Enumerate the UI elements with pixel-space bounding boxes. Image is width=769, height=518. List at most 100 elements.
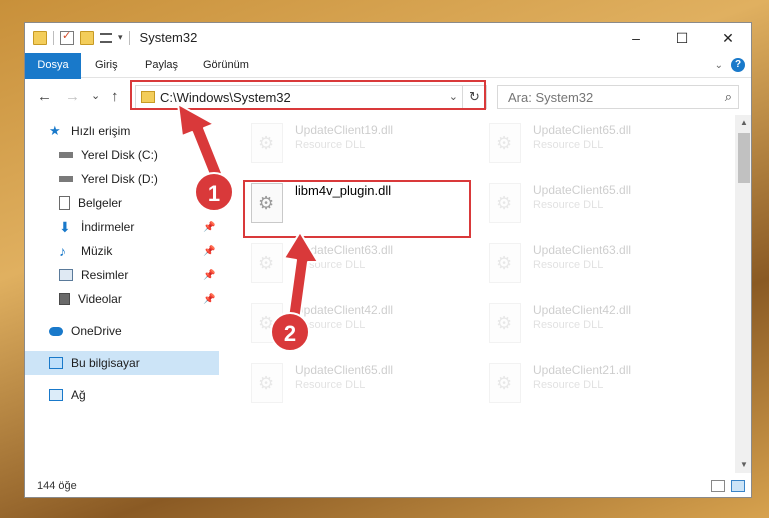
new-folder-icon[interactable] — [80, 30, 94, 45]
forward-button[interactable]: → — [65, 88, 80, 105]
status-bar: 144 öğe — [25, 475, 751, 497]
dll-file-icon — [251, 243, 283, 283]
dll-file-icon — [251, 363, 283, 403]
vertical-scrollbar[interactable]: ▲ ▼ — [735, 115, 751, 473]
file-item[interactable]: UpdateClient65.dll Resource DLL — [245, 359, 465, 409]
video-icon — [59, 293, 70, 305]
sidebar-item-documents[interactable]: Belgeler 📌 — [25, 191, 219, 215]
maximize-button[interactable]: ☐ — [659, 23, 705, 53]
file-name: UpdateClient19.dll — [295, 123, 394, 137]
back-button[interactable]: ← — [37, 88, 52, 105]
sidebar-item-onedrive[interactable]: OneDrive — [25, 319, 219, 343]
file-type: Resource DLL — [533, 379, 604, 391]
file-type: Resource DLL — [295, 259, 366, 271]
file-item[interactable]: UpdateClient65.dll Resource DLL — [483, 119, 703, 169]
pin-icon[interactable]: 📌 — [203, 222, 215, 233]
dll-file-icon — [489, 123, 521, 163]
tab-share[interactable]: Paylaş — [135, 53, 188, 77]
sidebar-item-quick-access[interactable]: ★ Hızlı erişim — [25, 119, 219, 143]
file-type: Resource DLL — [533, 199, 604, 211]
separator — [53, 30, 54, 45]
pin-icon[interactable]: 📌 — [203, 150, 215, 161]
scroll-down-icon[interactable]: ▼ — [735, 457, 751, 473]
view-icon[interactable] — [100, 32, 112, 43]
title-bar: ▾ System32 – ☐ ✕ — [25, 23, 751, 53]
file-type: Resource DLL — [295, 379, 366, 391]
file-item[interactable]: UpdateClient63.dll Resource DLL — [245, 239, 465, 289]
scroll-up-icon[interactable]: ▲ — [735, 115, 751, 131]
up-button[interactable]: ↑ — [111, 88, 119, 105]
sidebar-item-pictures[interactable]: Resimler 📌 — [25, 263, 219, 287]
sidebar-item-label: Bu bilgisayar — [71, 356, 140, 370]
sidebar-item-label: Müzik — [81, 244, 113, 258]
sidebar-item-downloads[interactable]: ⬇ İndirmeler 📌 — [25, 215, 219, 239]
sidebar-item-music[interactable]: ♪ Müzik 📌 — [25, 239, 219, 263]
pin-icon[interactable]: 📌 — [203, 270, 215, 281]
file-name: UpdateClient65.dll — [533, 183, 632, 197]
help-icon[interactable]: ? — [731, 58, 745, 72]
sidebar-item-label: Yerel Disk (D:) — [81, 172, 158, 186]
tab-home[interactable]: Giriş — [85, 53, 128, 77]
sidebar-item-this-pc[interactable]: Bu bilgisayar — [25, 351, 219, 375]
file-item[interactable]: UpdateClient63.dll Resource DLL — [483, 239, 703, 289]
file-name: UpdateClient42.dll — [295, 303, 394, 317]
file-name: UpdateClient63.dll — [533, 243, 632, 257]
recent-locations-button[interactable]: ⌄ — [91, 89, 100, 102]
documents-icon — [59, 196, 70, 210]
drive-icon — [59, 152, 73, 158]
pictures-icon — [59, 269, 73, 281]
quick-access-toolbar: ▾ System32 — [33, 29, 198, 45]
file-item[interactable]: UpdateClient19.dll Resource DLL — [245, 119, 465, 169]
file-item[interactable]: UpdateClient21.dll Resource DLL — [483, 359, 703, 409]
details-view-icon[interactable] — [711, 480, 725, 492]
music-icon: ♪ — [59, 243, 66, 259]
download-icon: ⬇ — [59, 219, 71, 235]
sidebar-item-label: İndirmeler — [81, 220, 135, 234]
tab-view[interactable]: Görünüm — [193, 53, 259, 77]
file-name: UpdateClient63.dll — [295, 243, 394, 257]
file-name: UpdateClient42.dll — [533, 303, 632, 317]
file-name: UpdateClient65.dll — [295, 363, 394, 377]
separator — [128, 30, 130, 45]
sidebar-item-network[interactable]: Ağ — [25, 383, 219, 407]
sidebar-item-drive-c[interactable]: Yerel Disk (C:) 📌 — [25, 143, 219, 167]
file-item[interactable]: UpdateClient42.dll Resource DLL — [483, 299, 703, 349]
tiles-view-icon[interactable] — [731, 480, 745, 492]
star-icon: ★ — [49, 123, 61, 138]
dll-file-icon — [489, 243, 521, 283]
window-controls: – ☐ ✕ — [613, 23, 751, 53]
navigation-pane: ★ Hızlı erişim Yerel Disk (C:) 📌 Yerel D… — [25, 119, 219, 469]
pin-icon[interactable]: 📌 — [203, 294, 215, 305]
dll-file-icon — [251, 123, 283, 163]
address-bar-highlight — [130, 80, 486, 110]
view-toggle — [711, 480, 745, 492]
search-box[interactable]: ⌕ — [497, 85, 739, 109]
file-name: UpdateClient21.dll — [533, 363, 632, 377]
cloud-icon — [49, 326, 63, 336]
scrollbar-thumb[interactable] — [738, 133, 750, 183]
properties-icon[interactable] — [60, 29, 74, 45]
sidebar-item-label: Belgeler — [78, 196, 123, 210]
item-count: 144 öğe — [37, 480, 77, 492]
sidebar-item-label: Videolar — [78, 292, 122, 306]
dll-file-icon — [489, 363, 521, 403]
customize-toolbar-icon[interactable]: ▾ — [118, 32, 123, 43]
search-icon[interactable]: ⌕ — [725, 89, 732, 105]
file-list: UpdateClient19.dll Resource DLL UpdateCl… — [219, 115, 735, 471]
folder-icon — [33, 30, 47, 45]
pin-icon[interactable]: 📌 — [203, 246, 215, 257]
search-input[interactable] — [498, 86, 708, 108]
drive-icon — [59, 176, 73, 182]
expand-ribbon-icon[interactable]: ⌄ — [715, 60, 723, 71]
close-button[interactable]: ✕ — [705, 23, 751, 53]
sidebar-item-drive-d[interactable]: Yerel Disk (D:) 📌 — [25, 167, 219, 191]
file-item[interactable]: UpdateClient65.dll Resource DLL — [483, 179, 703, 229]
dll-file-icon — [489, 183, 521, 223]
file-type: Resource DLL — [295, 139, 366, 151]
file-highlight — [243, 180, 471, 238]
sidebar-item-videos[interactable]: Videolar 📌 — [25, 287, 219, 311]
window-title: System32 — [139, 30, 198, 45]
sidebar-item-label: Resimler — [81, 268, 129, 282]
minimize-button[interactable]: – — [613, 23, 659, 53]
step-2-badge: 2 — [270, 312, 310, 352]
